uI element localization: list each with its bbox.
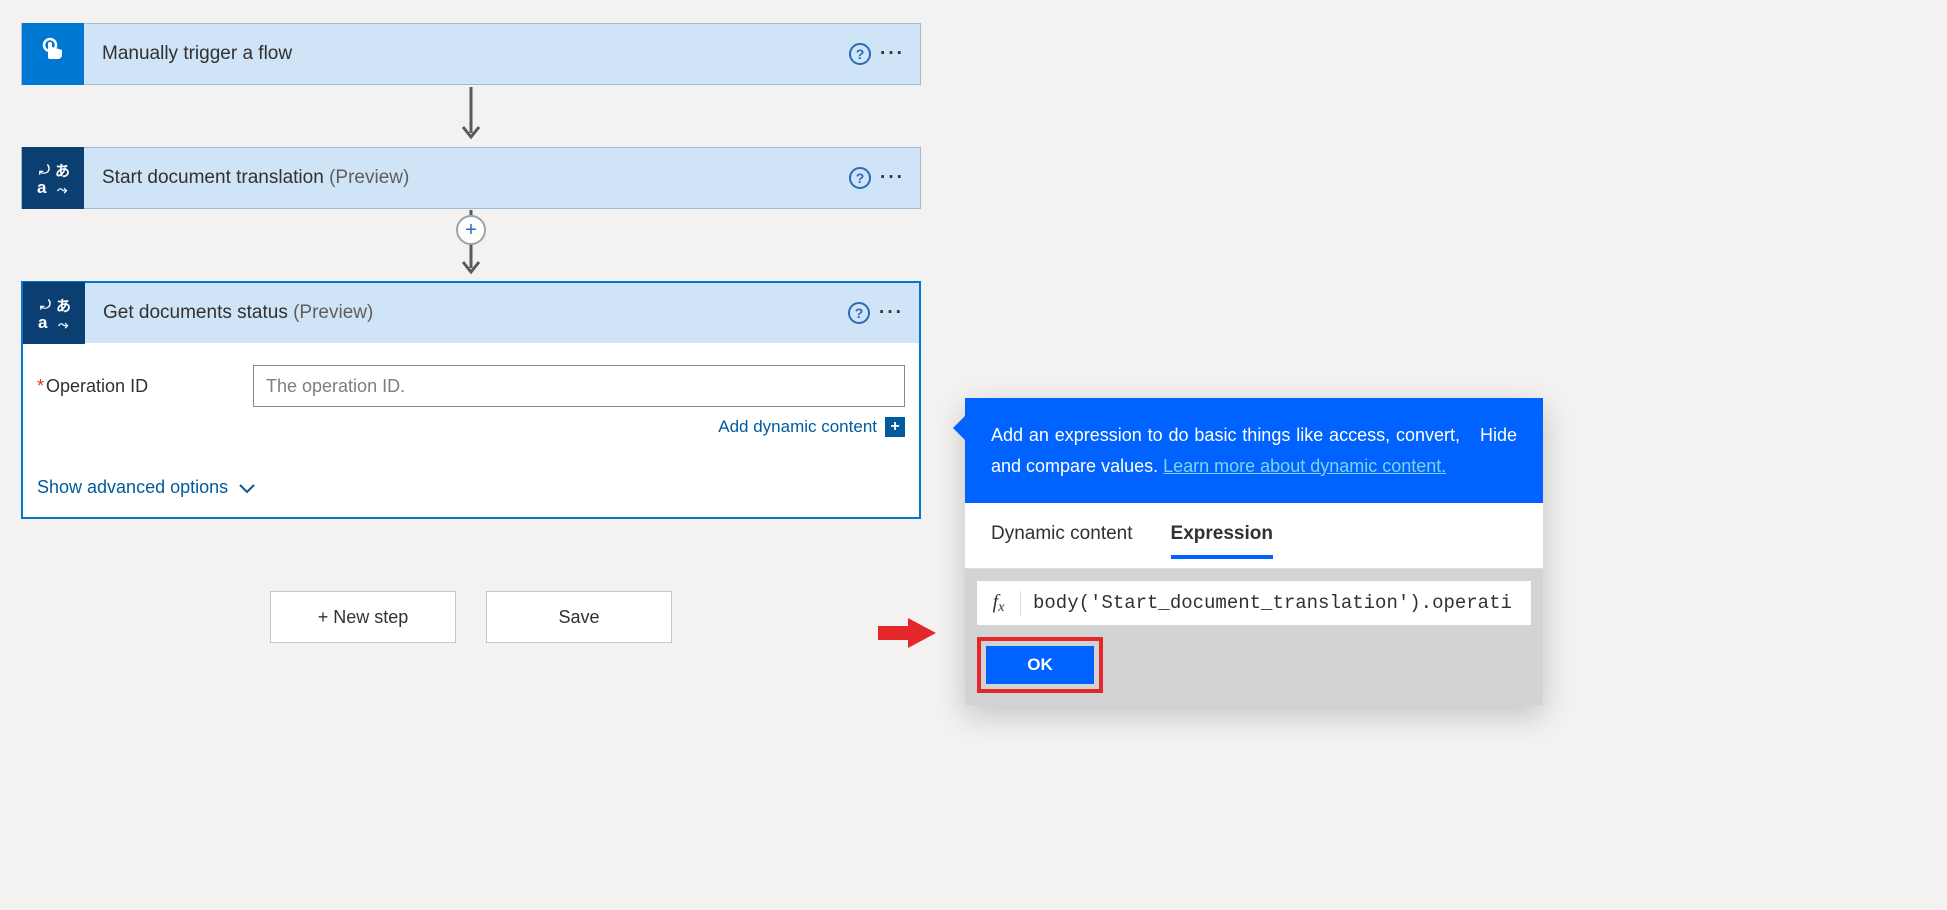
help-icon: ?	[849, 167, 871, 189]
flow-step-translate[interactable]: ⤾ あ a ⤳ Start document translation (Prev…	[21, 147, 921, 209]
svg-text:⤳: ⤳	[58, 317, 69, 332]
step-title: Manually trigger a flow	[84, 43, 840, 65]
expression-input[interactable]: body('Start_document_translation').opera…	[1021, 592, 1531, 614]
fx-icon: fx	[977, 591, 1021, 616]
svg-text:⤾: ⤾	[39, 162, 50, 177]
step-title: Start document translation (Preview)	[84, 167, 840, 189]
tab-expression[interactable]: Expression	[1171, 523, 1273, 559]
plus-icon[interactable]: +	[885, 417, 905, 437]
ok-button[interactable]: OK	[986, 646, 1094, 684]
translator-icon: ⤾ あ a ⤳	[23, 282, 85, 344]
touch-icon	[22, 23, 84, 85]
flow-step-get-status: ⤾ あ a ⤳ Get documents status (Preview) ?…	[21, 281, 921, 519]
svg-text:a: a	[38, 313, 48, 332]
step-body: *Operation ID Add dynamic content + Show…	[21, 343, 921, 519]
connector-arrow-add: +	[21, 209, 921, 281]
save-button[interactable]: Save	[486, 591, 672, 643]
help-icon: ?	[849, 43, 871, 65]
translator-icon: ⤾ あ a ⤳	[22, 147, 84, 209]
panel-caret	[953, 416, 965, 440]
help-button[interactable]: ?	[840, 43, 880, 65]
tab-dynamic-content[interactable]: Dynamic content	[991, 523, 1133, 558]
help-button[interactable]: ?	[840, 167, 880, 189]
svg-text:あ: あ	[56, 298, 71, 315]
svg-text:⤳: ⤳	[57, 182, 68, 197]
operation-id-input[interactable]	[253, 365, 905, 407]
panel-header: Add an expression to do basic things lik…	[965, 398, 1543, 503]
more-button[interactable]: ···	[879, 302, 919, 324]
learn-more-link[interactable]: Learn more about dynamic content.	[1163, 456, 1446, 476]
flow-canvas: Manually trigger a flow ? ··· ⤾ あ a ⤳ St…	[21, 23, 921, 643]
chevron-down-icon	[238, 482, 256, 494]
ok-highlight: OK	[977, 637, 1103, 693]
help-button[interactable]: ?	[839, 302, 879, 324]
connector-arrow	[21, 85, 921, 147]
show-advanced-link[interactable]: Show advanced options	[37, 477, 256, 498]
svg-text:a: a	[37, 178, 47, 197]
field-label-operation-id: *Operation ID	[37, 376, 237, 397]
svg-text:あ: あ	[55, 163, 70, 180]
red-arrow-annotation	[878, 616, 938, 650]
flow-step-trigger[interactable]: Manually trigger a flow ? ···	[21, 23, 921, 85]
more-button[interactable]: ···	[880, 43, 920, 65]
add-step-button[interactable]: +	[456, 215, 486, 245]
footer-actions: + New step Save	[21, 591, 921, 643]
add-dynamic-content-link[interactable]: Add dynamic content	[718, 417, 877, 437]
expression-editor-area: fx body('Start_document_translation').op…	[965, 569, 1543, 705]
panel-tabs: Dynamic content Expression	[965, 503, 1543, 569]
new-step-button[interactable]: + New step	[270, 591, 456, 643]
help-icon: ?	[848, 302, 870, 324]
expression-panel: Add an expression to do basic things lik…	[965, 398, 1543, 705]
svg-text:⤾: ⤾	[40, 297, 51, 312]
hide-panel-button[interactable]: Hide	[1480, 420, 1517, 481]
step-title: Get documents status (Preview)	[85, 302, 839, 324]
more-button[interactable]: ···	[880, 167, 920, 189]
step-header[interactable]: ⤾ あ a ⤳ Get documents status (Preview) ?…	[21, 281, 921, 343]
